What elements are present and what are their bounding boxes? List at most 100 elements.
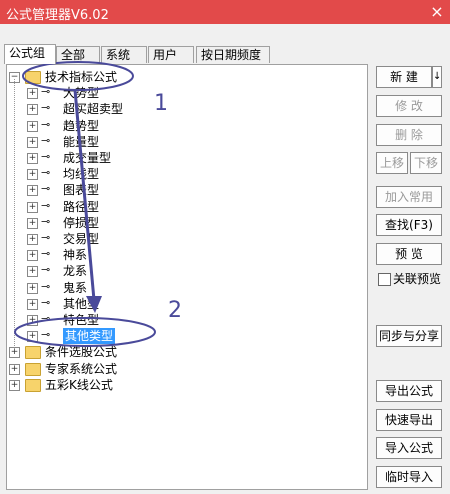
expand-icon[interactable]: +: [27, 315, 38, 326]
tree-item-label: 能量型: [63, 134, 100, 149]
window-title: 公式管理器V6.02: [6, 8, 109, 23]
expand-icon[interactable]: +: [27, 201, 38, 213]
new-button[interactable]: 新 建: [376, 66, 432, 88]
modify-button[interactable]: 修 改: [376, 95, 442, 117]
tree-row-sibling[interactable]: + 专家系统公式: [7, 361, 307, 377]
tree-sibling-label: 条件选股公式: [45, 345, 118, 360]
tree-item-label: 其他型: [63, 296, 100, 311]
formula-tree-panel[interactable]: − 技术指标公式 + ⊸ 大势型 + ⊸ 超买超卖型 + ⊸ 趋势型 + ⊸ 能量型 + ⊸ 成交量型 + ⊸ 均线型…: [6, 64, 368, 490]
tab-all[interactable]: 全部: [56, 46, 100, 63]
export-formula-button[interactable]: 导出公式: [376, 380, 442, 402]
close-button[interactable]: ×: [424, 0, 450, 24]
tree-item-label: 神系: [63, 248, 88, 263]
expand-icon[interactable]: +: [27, 298, 38, 310]
tree-row-child[interactable]: + ⊸ 其他型: [7, 296, 307, 312]
key-icon: ⊸: [41, 85, 51, 99]
key-icon: ⊸: [41, 328, 51, 342]
key-icon: ⊸: [41, 312, 51, 325]
tree-row-sibling[interactable]: + 条件选股公式: [7, 344, 307, 360]
tree-item-label: 龙系: [63, 264, 88, 279]
expand-icon[interactable]: +: [27, 88, 38, 100]
delete-button[interactable]: 删 除: [376, 124, 442, 146]
move-up-button[interactable]: 上移: [376, 152, 408, 174]
key-icon: ⊸: [41, 295, 51, 309]
link-preview-checkbox[interactable]: [378, 273, 391, 286]
expand-icon[interactable]: +: [27, 104, 38, 116]
expand-icon[interactable]: +: [27, 282, 38, 294]
tree-item-label: 鬼系: [63, 280, 88, 295]
tree-item-label: 超买超卖型: [63, 102, 124, 117]
tab-user[interactable]: 用户: [148, 46, 194, 63]
tree-row-child[interactable]: + ⊸ 停损型: [7, 215, 307, 231]
tree-item-label: 均线型: [63, 167, 100, 182]
tree-row-child[interactable]: + ⊸ 其他类型: [7, 328, 307, 345]
expand-icon[interactable]: +: [27, 331, 38, 343]
key-icon: ⊸: [41, 214, 51, 228]
tree-item-label: 交易型: [63, 232, 100, 246]
quick-export-button[interactable]: 快速导出: [376, 409, 442, 431]
tree-item-label: 图表型: [63, 183, 100, 198]
expand-icon[interactable]: +: [27, 250, 38, 262]
expand-icon[interactable]: +: [27, 234, 38, 245]
find-button[interactable]: 查找(F3): [376, 214, 442, 236]
tree-item-label: 趋势型: [63, 118, 100, 133]
tree-row-child[interactable]: + ⊸ 交易型: [7, 231, 307, 247]
tab-system[interactable]: 系统: [101, 46, 147, 63]
link-preview-label: 关联预览: [393, 272, 442, 286]
tree-row-child[interactable]: + ⊸ 神系: [7, 247, 307, 263]
folder-icon: [25, 71, 41, 84]
temp-import-button[interactable]: 临时导入: [376, 466, 442, 488]
folder-icon: [25, 362, 41, 376]
key-icon: ⊸: [41, 279, 51, 293]
key-icon: ⊸: [41, 117, 51, 131]
add-common-button[interactable]: 加入常用: [376, 186, 442, 208]
key-icon: ⊸: [41, 198, 51, 212]
annotation-number-2: 2: [168, 298, 182, 323]
expand-icon[interactable]: +: [9, 363, 20, 375]
tree-item-label: 成交量型: [63, 151, 112, 165]
key-icon: ⊸: [41, 182, 51, 196]
expand-icon[interactable]: +: [27, 266, 38, 278]
key-icon: ⊸: [41, 247, 51, 261]
key-icon: ⊸: [41, 101, 51, 115]
expand-icon[interactable]: +: [9, 347, 20, 359]
tree-item-selected: 其他类型: [63, 328, 116, 345]
tree-row-sibling[interactable]: + 五彩K线公式: [7, 377, 307, 393]
move-down-button[interactable]: 下移: [410, 152, 442, 174]
expand-icon[interactable]: +: [9, 379, 20, 391]
tab-formula-group[interactable]: 公式组: [4, 44, 56, 64]
key-icon: ⊸: [41, 150, 51, 163]
tree-sibling-label: 专家系统公式: [45, 361, 118, 376]
expand-icon[interactable]: +: [27, 217, 38, 229]
title-bar: 公式管理器V6.02 ×: [0, 0, 450, 24]
tree-row-child[interactable]: + ⊸ 能量型: [7, 134, 307, 150]
expand-icon[interactable]: +: [27, 169, 38, 181]
tree-item-label: 特色型: [63, 313, 100, 327]
expand-icon[interactable]: +: [27, 153, 38, 164]
sync-share-button[interactable]: 同步与分享: [376, 325, 442, 347]
tree-row-child[interactable]: + ⊸ 特色型: [7, 312, 307, 328]
tree-row-child[interactable]: + ⊸ 趋势型: [7, 118, 307, 134]
tree-row-child[interactable]: + ⊸ 成交量型: [7, 150, 307, 166]
expand-icon[interactable]: +: [27, 120, 38, 132]
tab-date-frequency[interactable]: 按日期频度: [196, 46, 270, 63]
tree-item-label: 停损型: [63, 215, 100, 230]
tree-row-child[interactable]: + ⊸ 均线型: [7, 166, 307, 182]
tree-row-child[interactable]: + ⊸ 图表型: [7, 182, 307, 198]
expand-icon[interactable]: +: [27, 185, 38, 197]
preview-button[interactable]: 预 览: [376, 243, 442, 265]
key-icon: ⊸: [41, 231, 51, 244]
tree-row-child[interactable]: + ⊸ 路径型: [7, 199, 307, 215]
tree-item-label: 大势型: [63, 86, 100, 101]
tree-row-root[interactable]: − 技术指标公式: [7, 69, 307, 85]
annotation-number-1: 1: [154, 91, 168, 116]
tree-row-child[interactable]: + ⊸ 鬼系: [7, 280, 307, 296]
import-formula-button[interactable]: 导入公式: [376, 437, 442, 459]
tree-item-label: 路径型: [63, 199, 100, 214]
tree-root-label: 技术指标公式: [45, 70, 118, 84]
key-icon: ⊸: [41, 133, 51, 147]
tree-row-child[interactable]: + ⊸ 龙系: [7, 263, 307, 279]
folder-icon: [25, 346, 41, 360]
expand-icon[interactable]: +: [27, 136, 38, 148]
new-dropdown-button[interactable]: ↓: [432, 66, 442, 88]
